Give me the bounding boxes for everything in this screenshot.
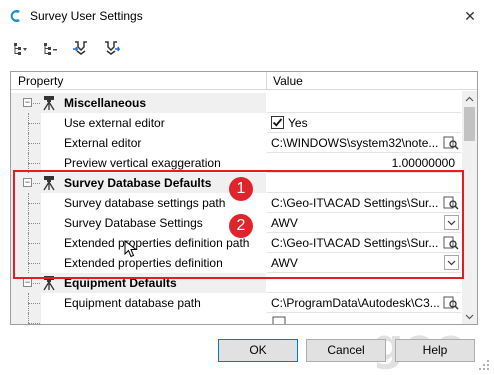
category-row-miscellaneous[interactable]: − Miscellaneous (11, 93, 461, 113)
expand-all-icon (14, 43, 27, 55)
close-button[interactable]: ✕ (455, 4, 485, 28)
property-label: Preview vertical exaggeration (64, 156, 221, 170)
browse-folder-icon[interactable] (443, 195, 459, 211)
import-button[interactable] (70, 38, 92, 60)
collapse-toggle-icon[interactable]: − (23, 178, 32, 187)
annotation-badge-2: 2 (229, 214, 253, 238)
property-label: External editor (64, 136, 142, 150)
chevron-down-icon (465, 314, 474, 319)
ok-button[interactable]: OK (218, 339, 298, 362)
chevron-up-icon (465, 96, 474, 101)
category-row-equipment-defaults[interactable]: − Equipment Defaults (11, 273, 461, 293)
help-button[interactable]: Help (395, 339, 475, 362)
row-use-external-editor[interactable]: Use external editor Yes (11, 113, 461, 133)
import-icon (73, 41, 87, 55)
dropdown-button[interactable] (444, 255, 459, 270)
category-label: Equipment Defaults (64, 276, 177, 290)
annotation-badge-1: 1 (229, 177, 253, 201)
cancel-button[interactable]: Cancel (306, 339, 386, 362)
survey-tripod-icon (43, 96, 55, 111)
column-divider[interactable] (266, 72, 267, 90)
survey-db-settings-select[interactable]: AWV (271, 216, 298, 230)
civil3d-app-icon (8, 8, 24, 24)
database-icon (272, 316, 286, 324)
chevron-down-icon (447, 260, 456, 265)
checkmark-icon (272, 118, 283, 127)
category-label: Miscellaneous (64, 96, 147, 110)
title-bar: Survey User Settings ✕ (0, 0, 494, 31)
external-editor-value[interactable]: C:\WINDOWS\system32\note... (271, 136, 439, 150)
row-preview-vertical-exaggeration[interactable]: Preview vertical exaggeration 1.00000000 (11, 153, 461, 173)
survey-tripod-icon (43, 276, 55, 291)
toolbar (10, 38, 122, 62)
browse-folder-icon[interactable] (443, 295, 459, 311)
property-label: Survey Database Settings (64, 216, 203, 230)
export-icon (105, 41, 120, 55)
preview-vertical-value[interactable]: 1.00000000 (392, 156, 455, 170)
property-label: Extended properties definition (64, 256, 223, 270)
collapse-toggle-icon[interactable]: − (23, 98, 32, 107)
property-label: Equipment database path (64, 296, 201, 310)
ext-prop-def-select[interactable]: AWV (271, 256, 298, 270)
scroll-up-button[interactable] (462, 91, 477, 106)
value-column-header[interactable]: Value (273, 74, 303, 88)
survey-tripod-icon (43, 176, 55, 191)
survey-db-path-value[interactable]: C:\Geo-IT\ACAD Settings\Sur... (271, 196, 439, 210)
property-label: Use external editor (64, 116, 165, 130)
property-column-header[interactable]: Property (18, 74, 63, 88)
ext-prop-path-value[interactable]: C:\Geo-IT\ACAD Settings\Sur... (271, 236, 439, 250)
browse-folder-icon[interactable] (443, 235, 459, 251)
collapse-toggle-icon[interactable]: − (23, 278, 32, 287)
row-external-editor[interactable]: External editor C:\WINDOWS\system32\note… (11, 133, 461, 153)
export-button[interactable] (100, 38, 122, 60)
checkbox-value: Yes (288, 116, 308, 130)
category-label: Survey Database Defaults (64, 176, 212, 190)
collapse-all-button[interactable] (40, 38, 62, 60)
scroll-thumb[interactable] (464, 107, 475, 141)
expand-all-button[interactable] (10, 38, 32, 60)
equipment-db-path-value[interactable]: C:\ProgramData\Autodesk\C3... (271, 296, 439, 310)
window-title: Survey User Settings (30, 9, 143, 23)
row-extended-properties-definition[interactable]: Extended properties definition AWV (11, 253, 461, 273)
browse-folder-icon[interactable] (443, 135, 459, 151)
property-label: Extended properties definition path (64, 236, 250, 250)
use-external-editor-checkbox[interactable] (271, 116, 284, 129)
grid-header: Property Value (11, 72, 477, 90)
dropdown-button[interactable] (444, 215, 459, 230)
vertical-scrollbar[interactable] (462, 91, 477, 324)
property-label: Survey database settings path (64, 196, 226, 210)
row-equipment-database-path[interactable]: Equipment database path C:\ProgramData\A… (11, 293, 461, 313)
resize-grip-icon[interactable] (478, 359, 490, 371)
mouse-cursor-icon (124, 240, 138, 258)
chevron-down-icon (447, 220, 456, 225)
collapse-all-icon (44, 43, 57, 55)
